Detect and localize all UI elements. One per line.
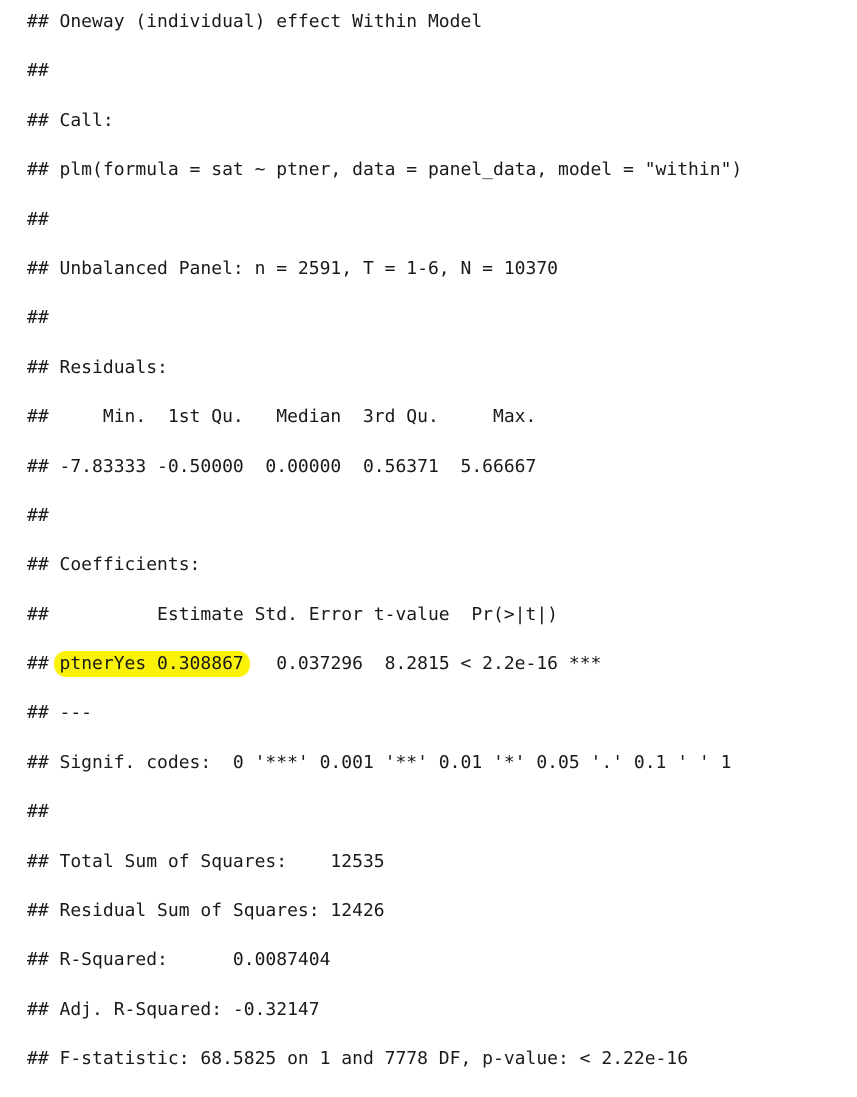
output-line: ## Signif. codes: 0 '***' 0.001 '**' 0.0… (27, 751, 732, 773)
output-line: ## Adj. R-Squared: -0.32147 (27, 998, 320, 1020)
output-line: ## plm(formula = sat ~ ptner, data = pan… (27, 159, 743, 181)
output-line: ## Total Sum of Squares: 12535 (27, 850, 385, 872)
output-line: ## --- (27, 702, 93, 724)
output-line: ## (27, 208, 49, 230)
line-rest: 0.037296 8.2815 < 2.2e-16 *** (243, 653, 602, 675)
output-line: ## (27, 504, 49, 526)
output-line: ## (27, 801, 49, 823)
output-line: ## Residual Sum of Squares: 12426 (27, 900, 385, 922)
output-line: ## (27, 307, 49, 329)
output-line: ## Unbalanced Panel: n = 2591, T = 1-6, … (27, 257, 559, 279)
highlighted-estimate: ptnerYes 0.308867 (53, 651, 250, 678)
output-line: ## Estimate Std. Error t-value Pr(>|t|) (27, 603, 559, 625)
output-line: ## R-Squared: 0.0087404 (27, 949, 331, 971)
output-line: ## -7.83333 -0.50000 0.00000 0.56371 5.6… (27, 455, 537, 477)
output-line: ## Min. 1st Qu. Median 3rd Qu. Max. (27, 406, 537, 428)
output-line: ## Coefficients: (27, 554, 201, 576)
output-line: ## Residuals: (27, 356, 168, 378)
output-line: ## (27, 60, 49, 82)
output-line: ## Call: (27, 109, 114, 131)
output-line: ## F-statistic: 68.5825 on 1 and 7778 DF… (27, 1048, 689, 1070)
highlighted-coefficient-line: ## ptnerYes 0.308867 0.037296 8.2815 < 2… (27, 651, 742, 678)
output-line: ## Oneway (individual) effect Within Mod… (27, 11, 483, 32)
regression-output: ## Oneway (individual) effect Within Mod… (27, 10, 742, 1097)
